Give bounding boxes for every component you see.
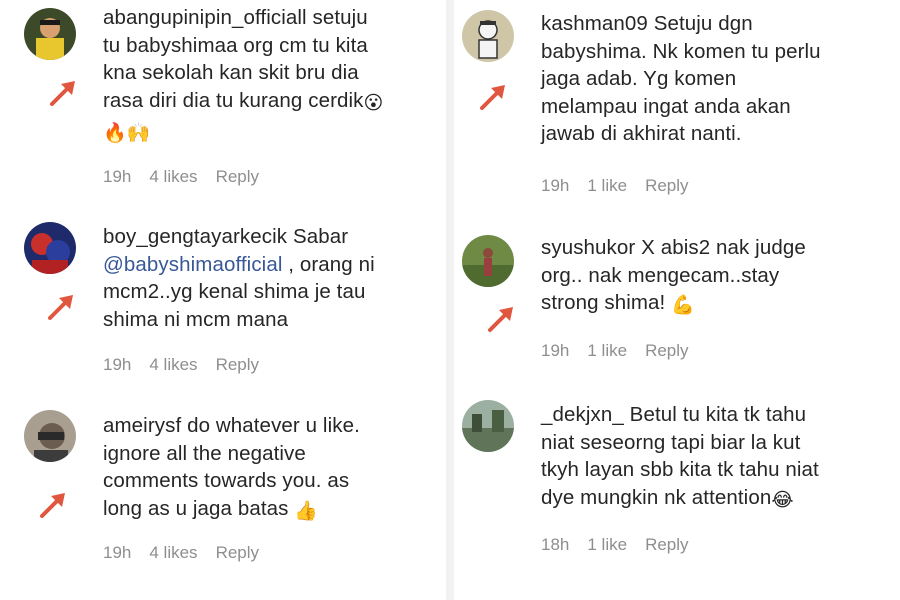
red-arrow-pointer-icon	[484, 302, 518, 336]
avatar[interactable]	[462, 10, 514, 62]
comment-likes[interactable]: 4 likes	[149, 355, 197, 374]
tears-of-joy-emoji-icon: 😂	[771, 488, 794, 511]
comment-username[interactable]: syushukor	[541, 236, 635, 259]
comment-time: 19h	[541, 176, 570, 195]
thumbs-up-emoji-icon: 👍	[294, 499, 319, 522]
comment-text: _dekjxn_ Betul tu kita tk tahu niat sese…	[541, 401, 878, 514]
flexed-biceps-emoji-icon: 💪	[671, 294, 695, 316]
avatar[interactable]	[462, 235, 514, 287]
comment-username[interactable]: kashman09	[541, 12, 648, 35]
comment-likes[interactable]: 4 likes	[149, 167, 197, 186]
reply-button[interactable]: Reply	[645, 176, 688, 195]
comment-likes[interactable]: 4 likes	[149, 543, 197, 562]
reply-button[interactable]: Reply	[645, 535, 688, 554]
comment-meta: 19h 1 like Reply	[541, 341, 707, 361]
avatar[interactable]	[24, 222, 76, 274]
comment-username[interactable]: _dekjxn_	[541, 403, 624, 426]
comment-likes[interactable]: 1 like	[587, 176, 627, 195]
comment-username[interactable]: abangupinipin_officiall	[103, 6, 307, 29]
comment-time: 19h	[541, 341, 570, 360]
fire-clap-emoji-icon: 🔥🙌	[103, 122, 151, 144]
comment-meta: 18h 1 like Reply	[541, 535, 707, 555]
avatar[interactable]	[462, 400, 514, 452]
reply-button[interactable]: Reply	[216, 355, 259, 374]
comment-username[interactable]: ameirysf	[103, 414, 181, 437]
column-divider	[446, 0, 454, 600]
red-arrow-pointer-icon	[44, 290, 78, 324]
comment-likes[interactable]: 1 like	[587, 535, 627, 554]
reply-button[interactable]: Reply	[216, 167, 259, 186]
comment-likes[interactable]: 1 like	[587, 341, 627, 360]
avatar[interactable]	[24, 410, 76, 462]
comment-meta: 19h 1 like Reply	[541, 176, 707, 196]
reply-button[interactable]: Reply	[645, 341, 688, 360]
comment-meta: 19h 4 likes Reply	[103, 543, 277, 563]
comments-column-right: kashman09 Setuju dgn babyshima. Nk komen…	[454, 0, 900, 600]
comments-column-left: abangupinipin_officiall setuju tu babysh…	[0, 0, 446, 600]
avatar[interactable]	[24, 8, 76, 60]
comment-time: 18h	[541, 535, 570, 554]
comment-text: syushukor X abis2 nak judge org.. nak me…	[541, 234, 878, 320]
comment-time: 19h	[103, 167, 132, 186]
comment-text: kashman09 Setuju dgn babyshima. Nk komen…	[541, 12, 821, 145]
comment-username[interactable]: boy_gengtayarkecik	[103, 225, 287, 248]
red-arrow-pointer-icon	[476, 80, 510, 114]
comment-meta: 19h 4 likes Reply	[103, 167, 277, 187]
astonished-emoji-icon: 😮	[363, 91, 384, 114]
mention-link[interactable]: @babyshimaofficial	[103, 253, 282, 276]
comment-text: boy_gengtayarkecik Sabar @babyshimaoffic…	[103, 225, 375, 331]
red-arrow-pointer-icon	[36, 488, 70, 522]
comment-time: 19h	[103, 355, 132, 374]
red-arrow-pointer-icon	[46, 76, 80, 110]
comment-text: ameirysf do whatever u like. ignore all …	[103, 412, 424, 525]
reply-button[interactable]: Reply	[216, 543, 259, 562]
comment-time: 19h	[103, 543, 132, 562]
comment-meta: 19h 4 likes Reply	[103, 355, 277, 375]
comment-text: abangupinipin_officiall setuju tu babysh…	[103, 4, 424, 148]
